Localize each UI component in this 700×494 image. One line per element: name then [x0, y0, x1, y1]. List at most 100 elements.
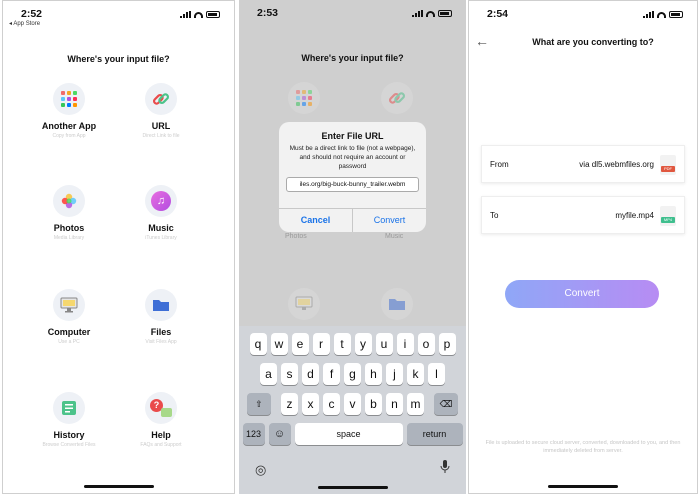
key-p[interactable]: p: [438, 333, 456, 355]
key-s[interactable]: s: [281, 363, 298, 385]
dialog-buttons: Cancel Convert: [279, 208, 426, 232]
battery-icon: [669, 11, 683, 18]
signal-icon: [412, 10, 423, 17]
key-n[interactable]: n: [386, 393, 403, 415]
tile-computer[interactable]: Computer Use a PC: [24, 289, 114, 345]
tile-sublabel: FAQs and Support: [140, 442, 182, 448]
key-f[interactable]: f: [323, 363, 340, 385]
key-h[interactable]: h: [365, 363, 382, 385]
tile-sublabel: Visit Files App: [145, 339, 177, 345]
status-time: 2:54: [487, 8, 509, 20]
key-c[interactable]: c: [323, 393, 340, 415]
page-title: What are you converting to?: [532, 37, 654, 47]
return-key[interactable]: return: [406, 423, 463, 445]
home-indicator: [548, 485, 618, 488]
music-icon: ♫: [145, 185, 177, 217]
from-row[interactable]: From via dl5.webmfiles.org PDF: [481, 145, 685, 183]
backspace-key[interactable]: ⌫: [434, 393, 458, 415]
convert-button[interactable]: Convert: [505, 280, 659, 308]
tile-sublabel: Direct Link to file: [142, 133, 180, 139]
key-y[interactable]: y: [354, 333, 372, 355]
help-icon: ?: [145, 392, 177, 424]
file-ext-badge: MP4: [661, 217, 675, 223]
app-grid-icon: [288, 82, 320, 114]
behind-label-music: Music: [385, 233, 404, 240]
key-w[interactable]: w: [270, 333, 288, 355]
key-j[interactable]: j: [386, 363, 403, 385]
tile-sublabel: Copy from App: [52, 133, 86, 139]
key-m[interactable]: m: [407, 393, 424, 415]
tile-sublabel: Use a PC: [58, 339, 80, 345]
keyboard-row-3: ⇧ z x c v b n m ⌫: [239, 393, 466, 415]
key-r[interactable]: r: [312, 333, 330, 355]
tile-files[interactable]: Files Visit Files App: [116, 289, 206, 345]
key-x[interactable]: x: [302, 393, 319, 415]
shift-key[interactable]: ⇧: [247, 393, 271, 415]
tile-computer: [259, 288, 349, 320]
keyboard-row-1: q w e r t y u i o p: [239, 333, 466, 355]
back-arrow-icon[interactable]: ←: [475, 33, 489, 49]
system-icons: [180, 11, 220, 18]
from-label: From: [490, 160, 509, 169]
tile-history[interactable]: History Browse Converted Files: [24, 392, 114, 448]
battery-icon: [438, 10, 452, 17]
back-to-app-store-link[interactable]: ◂ App Store: [9, 20, 40, 27]
status-time: 2:53: [257, 7, 279, 19]
numbers-key[interactable]: 123: [242, 423, 265, 445]
key-z[interactable]: z: [281, 393, 298, 415]
convert-dialog-button[interactable]: Convert: [353, 209, 426, 232]
tile-label: History: [53, 430, 85, 440]
key-q[interactable]: q: [249, 333, 267, 355]
tile-sublabel: iTunes Library: [145, 235, 177, 241]
status-time: 2:52: [21, 8, 43, 20]
pdf-file-icon: PDF: [660, 155, 676, 175]
tile-photos[interactable]: Photos Media Library: [24, 185, 114, 241]
system-icons: [643, 11, 683, 18]
tile-sublabel: Media Library: [53, 235, 85, 241]
tile-files: [352, 288, 442, 320]
screen-convert-to: 2:54 ← What are you converting to? From …: [468, 0, 698, 494]
key-u[interactable]: u: [375, 333, 393, 355]
wifi-icon: [426, 10, 435, 17]
key-a[interactable]: a: [260, 363, 277, 385]
tile-label: Computer: [47, 327, 91, 337]
file-ext-badge: PDF: [661, 166, 675, 172]
folder-icon: [381, 288, 413, 320]
history-list-icon: [53, 392, 85, 424]
tile-another-app[interactable]: Another App Copy from App: [24, 83, 114, 139]
key-g[interactable]: g: [344, 363, 361, 385]
cancel-button[interactable]: Cancel: [279, 209, 353, 232]
keyboard-row-2: a s d f g h j k l: [239, 363, 466, 385]
tile-url[interactable]: URL Direct Link to file: [116, 83, 206, 139]
key-k[interactable]: k: [407, 363, 424, 385]
key-o[interactable]: o: [417, 333, 435, 355]
microphone-icon[interactable]: [440, 460, 450, 479]
to-value: myfile.mp4: [615, 211, 654, 220]
key-i[interactable]: i: [396, 333, 414, 355]
from-value: via dl5.webmfiles.org: [579, 160, 654, 169]
screen-enter-url: 2:53 Where's your input file? Photos Mus…: [239, 0, 466, 494]
key-e[interactable]: e: [291, 333, 309, 355]
key-v[interactable]: v: [344, 393, 361, 415]
to-label: To: [490, 211, 499, 220]
footer-note: File is uploaded to secure cloud server,…: [485, 440, 681, 454]
url-input[interactable]: iles.org/big-buck-bunny_trailer.webm: [286, 177, 419, 192]
computer-icon: [53, 289, 85, 321]
keyboard-row-4: 123 ☺ space return: [239, 423, 466, 445]
globe-icon[interactable]: ◎: [255, 462, 266, 478]
emoji-key[interactable]: ☺: [268, 423, 291, 445]
key-l[interactable]: l: [428, 363, 445, 385]
signal-icon: [180, 11, 191, 18]
keyboard: q w e r t y u i o p a s d f g h j k l ⇧ …: [239, 326, 466, 494]
key-d[interactable]: d: [302, 363, 319, 385]
behind-label-photos: Photos: [285, 233, 307, 240]
key-t[interactable]: t: [333, 333, 351, 355]
status-bar: 2:54: [469, 1, 697, 29]
tile-music[interactable]: ♫ Music iTunes Library: [116, 185, 206, 241]
space-key[interactable]: space: [294, 423, 403, 445]
tile-label: Music: [148, 223, 174, 233]
key-b[interactable]: b: [365, 393, 382, 415]
computer-icon: [288, 288, 320, 320]
to-row[interactable]: To myfile.mp4 MP4: [481, 196, 685, 234]
tile-help[interactable]: ? Help FAQs and Support: [116, 392, 206, 448]
